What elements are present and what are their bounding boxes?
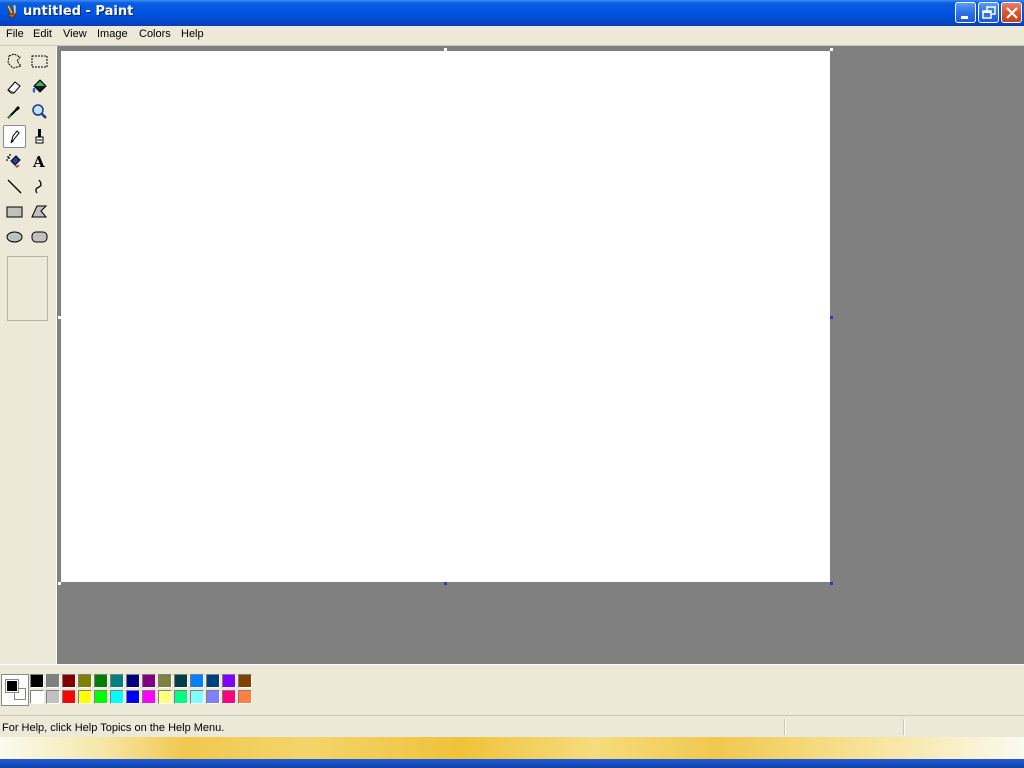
status-bar: For Help, click Help Topics on the Help … <box>0 715 1024 738</box>
ellipse-tool[interactable] <box>3 225 26 248</box>
foreground-color-swatch <box>5 679 19 693</box>
free-form-select-icon <box>7 53 22 69</box>
palette-color-swatch[interactable] <box>110 690 124 704</box>
resize-handle-left <box>58 316 61 319</box>
menu-view[interactable]: View <box>63 28 87 40</box>
text-tool[interactable]: A <box>28 150 51 173</box>
status-help-text: For Help, click Help Topics on the Help … <box>2 722 225 734</box>
palette-color-swatch[interactable] <box>78 690 92 704</box>
rounded-rectangle-icon <box>31 231 48 243</box>
palette-color-swatch[interactable] <box>46 690 60 704</box>
palette-color-swatch[interactable] <box>190 674 204 688</box>
color-box <box>0 664 1024 715</box>
menu-help[interactable]: Help <box>181 28 204 40</box>
palette-color-swatch[interactable] <box>222 674 236 688</box>
drawing-canvas[interactable] <box>61 51 830 582</box>
palette-color-swatch[interactable] <box>158 690 172 704</box>
menu-edit[interactable]: Edit <box>33 28 52 40</box>
rectangle-tool[interactable] <box>3 200 26 223</box>
palette-color-swatch[interactable] <box>222 690 236 704</box>
palette-color-swatch[interactable] <box>238 674 252 688</box>
resize-handle-top <box>444 48 447 51</box>
text-icon: A <box>32 153 45 171</box>
airbrush-icon <box>6 154 21 169</box>
eraser-icon <box>7 81 21 94</box>
palette-color-swatch[interactable] <box>78 674 92 688</box>
palette-color-swatch[interactable] <box>238 690 252 704</box>
desktop-wallpaper-strip <box>0 737 1024 759</box>
minimize-icon <box>961 16 968 19</box>
paint-app-icon[interactable] <box>4 4 20 22</box>
canvas-workspace[interactable] <box>57 46 1024 664</box>
resize-handle-bottom[interactable] <box>444 582 447 585</box>
pencil-icon <box>10 130 20 144</box>
brush-tool[interactable] <box>28 125 51 148</box>
palette-color-swatch[interactable] <box>142 674 156 688</box>
taskbar[interactable] <box>0 759 1024 768</box>
ellipse-icon <box>6 231 23 243</box>
toolbox: A <box>0 46 57 664</box>
line-tool[interactable] <box>3 175 26 198</box>
close-icon <box>1006 7 1018 19</box>
magnifier-tool[interactable] <box>28 100 51 123</box>
resize-handle-bottom-right[interactable] <box>830 582 833 585</box>
pick-color-icon <box>7 106 20 119</box>
brush-icon <box>35 129 44 144</box>
menu-bar: File Edit View Image Colors Help <box>0 26 1024 46</box>
pick-color-tool[interactable] <box>3 100 26 123</box>
resize-handle-bottom-left <box>58 582 61 585</box>
airbrush-tool[interactable] <box>3 150 26 173</box>
palette-color-swatch[interactable] <box>206 674 220 688</box>
tool-options-box[interactable] <box>7 256 48 321</box>
palette-color-swatch[interactable] <box>62 674 76 688</box>
curve-tool[interactable] <box>28 175 51 198</box>
palette-color-swatch[interactable] <box>94 674 108 688</box>
palette-color-swatch[interactable] <box>142 690 156 704</box>
window-title: untitled - Paint <box>23 4 134 19</box>
menu-image[interactable]: Image <box>97 28 128 40</box>
palette-color-swatch[interactable] <box>190 690 204 704</box>
menu-file[interactable]: File <box>6 28 24 40</box>
current-colors[interactable] <box>1 674 29 706</box>
minimize-button[interactable] <box>955 2 976 23</box>
palette-color-swatch[interactable] <box>158 674 172 688</box>
palette-color-swatch[interactable] <box>30 674 44 688</box>
polygon-icon <box>31 205 48 218</box>
rounded-rectangle-tool[interactable] <box>28 225 51 248</box>
color-palette <box>30 674 254 706</box>
palette-color-swatch[interactable] <box>126 674 140 688</box>
free-form-select-tool[interactable] <box>3 50 26 73</box>
text-tool-glyph: A <box>32 153 45 171</box>
close-button[interactable] <box>1001 2 1022 23</box>
status-separator <box>784 719 786 735</box>
pencil-tool[interactable] <box>3 125 26 148</box>
status-separator <box>903 719 905 735</box>
palette-color-swatch[interactable] <box>126 690 140 704</box>
resize-handle-top-right <box>830 48 833 51</box>
line-icon <box>7 179 22 194</box>
palette-color-swatch[interactable] <box>62 690 76 704</box>
fill-with-color-tool[interactable] <box>28 75 51 98</box>
rectangle-icon <box>6 206 23 218</box>
polygon-tool[interactable] <box>28 200 51 223</box>
restore-icon <box>982 6 996 19</box>
fill-with-color-icon <box>32 79 47 93</box>
palette-color-swatch[interactable] <box>94 690 108 704</box>
palette-color-swatch[interactable] <box>46 674 60 688</box>
eraser-tool[interactable] <box>3 75 26 98</box>
select-icon <box>31 55 48 68</box>
magnifier-icon <box>32 104 47 119</box>
title-bar[interactable]: untitled - Paint <box>0 0 1024 26</box>
palette-color-swatch[interactable] <box>206 690 220 704</box>
palette-color-swatch[interactable] <box>174 690 188 704</box>
restore-button[interactable] <box>978 2 999 23</box>
select-tool[interactable] <box>28 50 51 73</box>
palette-color-swatch[interactable] <box>30 690 44 704</box>
menu-colors[interactable]: Colors <box>139 28 171 40</box>
resize-handle-right[interactable] <box>830 316 833 319</box>
curve-icon <box>35 179 42 194</box>
palette-color-swatch[interactable] <box>174 674 188 688</box>
palette-color-swatch[interactable] <box>110 674 124 688</box>
